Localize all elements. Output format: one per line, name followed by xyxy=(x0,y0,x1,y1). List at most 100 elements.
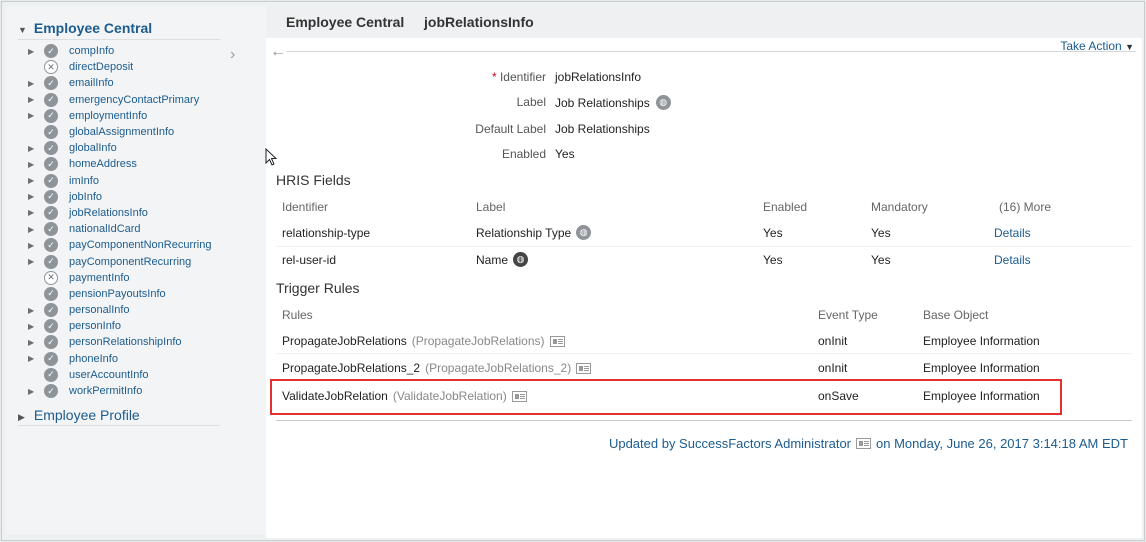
tree-item-label: paymentInfo xyxy=(69,271,130,284)
tree-item-homeAddress[interactable]: ▶ ✓ homeAddress xyxy=(26,156,246,172)
section-employee-central[interactable]: ▼ Employee Central xyxy=(18,20,152,36)
collapse-panel-chevron-icon[interactable]: › xyxy=(230,46,235,64)
expand-triangle-icon[interactable]: ▶ xyxy=(26,306,44,315)
expand-triangle-icon[interactable]: ▶ xyxy=(26,257,44,266)
tree-item-paymentInfo[interactable]: ✕ paymentInfo xyxy=(26,270,246,286)
tree-item-globalAssignmentInfo[interactable]: ✓ globalAssignmentInfo xyxy=(26,124,246,140)
tree-item-label: compInfo xyxy=(69,45,115,58)
expand-triangle-icon[interactable]: ▶ xyxy=(26,192,44,201)
tree-item-payComponentNonRecurring[interactable]: ▶ ✓ payComponentNonRecurring xyxy=(26,237,246,253)
expand-triangle-icon[interactable]: ▶ xyxy=(26,144,44,153)
tree-item-userAccountInfo[interactable]: ✓ userAccountInfo xyxy=(26,367,246,383)
rule-details-card-icon[interactable] xyxy=(549,335,565,347)
expand-triangle-icon[interactable]: ▶ xyxy=(26,241,44,250)
expand-triangle-icon[interactable]: ▶ xyxy=(26,387,44,396)
check-circle-icon: ✓ xyxy=(44,384,58,399)
tree-item-imInfo[interactable]: ▶ ✓ imInfo xyxy=(26,173,246,189)
hris-row-label: Relationship Type ◍ xyxy=(476,225,592,240)
tree-item-employmentInfo[interactable]: ▶ ✓ employmentInfo xyxy=(26,108,246,124)
caret-down-icon: ▼ xyxy=(1125,42,1134,52)
rule-details-card-icon[interactable] xyxy=(576,362,592,374)
expand-triangle-icon[interactable]: ▶ xyxy=(26,176,44,185)
section-title: Employee Central xyxy=(33,20,153,36)
label-value: Job Relationships ◍ xyxy=(555,95,671,110)
x-circle-icon: ✕ xyxy=(44,60,58,75)
check-circle-icon: ✓ xyxy=(44,351,58,366)
details-link[interactable]: Details xyxy=(994,253,1031,267)
hris-row-identifier: rel-user-id xyxy=(282,253,337,267)
check-circle-icon: ✓ xyxy=(44,108,58,123)
globe-icon[interactable]: ◍ xyxy=(576,225,592,240)
hris-row-label-text: Name xyxy=(476,252,509,267)
expand-triangle-icon[interactable]: ▶ xyxy=(26,208,44,217)
expand-triangle-icon[interactable]: ▶ xyxy=(18,412,30,423)
rule-row-name[interactable]: ValidateJobRelation (ValidateJobRelation) xyxy=(282,389,527,403)
details-link[interactable]: Details xyxy=(994,226,1031,240)
tree-item-directDeposit[interactable]: ✕ directDeposit xyxy=(26,59,246,75)
section-employee-profile[interactable]: ▶ Employee Profile xyxy=(18,407,140,423)
breadcrumb-bar: Employee Central jobRelationsInfo xyxy=(266,6,1142,38)
back-arrow-icon[interactable]: ← xyxy=(270,43,286,61)
hris-row-enabled: Yes xyxy=(763,253,783,267)
hris-row-label: Name ◍ xyxy=(476,252,529,267)
updated-by-footer: Updated by SuccessFactors Administrator … xyxy=(609,436,1128,451)
tree-item-emergencyContactPrimary[interactable]: ▶ ✓ emergencyContactPrimary xyxy=(26,92,246,108)
mouse-pointer-icon xyxy=(265,148,278,166)
expand-triangle-icon[interactable]: ▶ xyxy=(26,79,44,88)
tree-item-nationalIdCard[interactable]: ▶ ✓ nationalIdCard xyxy=(26,221,246,237)
tree-item-personalInfo[interactable]: ▶ ✓ personalInfo xyxy=(26,302,246,318)
expand-triangle-icon[interactable]: ▶ xyxy=(26,322,44,331)
tree-item-pensionPayoutsInfo[interactable]: ✓ pensionPayoutsInfo xyxy=(26,286,246,302)
label-label: Label xyxy=(516,95,546,109)
globe-icon[interactable]: ◍ xyxy=(655,95,671,110)
default-label-value: Job Relationships xyxy=(555,122,650,136)
tree-item-jobInfo[interactable]: ▶ ✓ jobInfo xyxy=(26,189,246,205)
tree-item-label: homeAddress xyxy=(69,158,137,171)
globe-icon[interactable]: ◍ xyxy=(513,252,529,267)
updated-by-text[interactable]: Updated by SuccessFactors Administrator xyxy=(609,436,851,451)
tree-item-personInfo[interactable]: ▶ ✓ personInfo xyxy=(26,318,246,334)
expand-triangle-icon[interactable]: ▶ xyxy=(26,160,44,169)
rule-name: PropagateJobRelations_2 xyxy=(282,361,421,375)
expand-triangle-icon[interactable]: ▶ xyxy=(26,225,44,234)
tree-item-phoneInfo[interactable]: ▶ ✓ phoneInfo xyxy=(26,351,246,367)
rule-details-card-icon[interactable] xyxy=(511,390,527,402)
x-circle-icon: ✕ xyxy=(44,270,58,285)
hris-row-mandatory: Yes xyxy=(871,226,891,240)
breadcrumb-employee-central[interactable]: Employee Central xyxy=(286,14,404,30)
check-circle-icon: ✓ xyxy=(44,205,58,220)
expand-triangle-icon[interactable]: ▶ xyxy=(26,47,44,56)
collapse-triangle-icon[interactable]: ▼ xyxy=(18,25,30,35)
tree-item-globalInfo[interactable]: ▶ ✓ globalInfo xyxy=(26,140,246,156)
check-circle-icon: ✓ xyxy=(44,92,58,107)
check-circle-icon: ✓ xyxy=(44,303,58,318)
expand-triangle-icon[interactable]: ▶ xyxy=(26,338,44,347)
rule-row-name[interactable]: PropagateJobRelations (PropagateJobRelati… xyxy=(282,334,565,348)
label-value-text: Job Relationships xyxy=(555,95,650,110)
tree-item-label: imInfo xyxy=(69,174,99,187)
tree-item-label: globalInfo xyxy=(69,142,117,155)
tree-item-emailInfo[interactable]: ▶ ✓ emailInfo xyxy=(26,75,246,91)
user-card-icon[interactable] xyxy=(856,438,872,449)
take-action-menu[interactable]: Take Action ▼ xyxy=(1060,39,1134,53)
tree-item-label: userAccountInfo xyxy=(69,368,149,381)
divider xyxy=(18,39,220,40)
trigger-rules-heading: Trigger Rules xyxy=(276,280,360,296)
tree-item-jobRelationsInfo[interactable]: ▶ ✓ jobRelationsInfo xyxy=(26,205,246,221)
check-circle-icon: ✓ xyxy=(44,76,58,91)
col-header-enabled: Enabled xyxy=(763,200,808,214)
hris-row-mandatory: Yes xyxy=(871,253,891,267)
more-columns-link[interactable]: (16) More xyxy=(999,200,1051,214)
divider xyxy=(276,420,1132,421)
tree-item-label: payComponentNonRecurring xyxy=(69,239,212,252)
required-asterisk: * xyxy=(491,70,500,84)
rule-row-name[interactable]: PropagateJobRelations_2 (PropagateJobRela… xyxy=(282,361,592,375)
tree-item-payComponentRecurring[interactable]: ▶ ✓ payComponentRecurring xyxy=(26,253,246,269)
tree-item-personRelationshipInfo[interactable]: ▶ ✓ personRelationshipInfo xyxy=(26,334,246,350)
tree-item-compInfo[interactable]: ▶ ✓ compInfo xyxy=(26,43,246,59)
tree-item-workPermitInfo[interactable]: ▶ ✓ workPermitInfo xyxy=(26,383,246,399)
expand-triangle-icon[interactable]: ▶ xyxy=(26,354,44,363)
expand-triangle-icon[interactable]: ▶ xyxy=(26,111,44,120)
enabled-value: Yes xyxy=(555,147,575,161)
expand-triangle-icon[interactable]: ▶ xyxy=(26,95,44,104)
